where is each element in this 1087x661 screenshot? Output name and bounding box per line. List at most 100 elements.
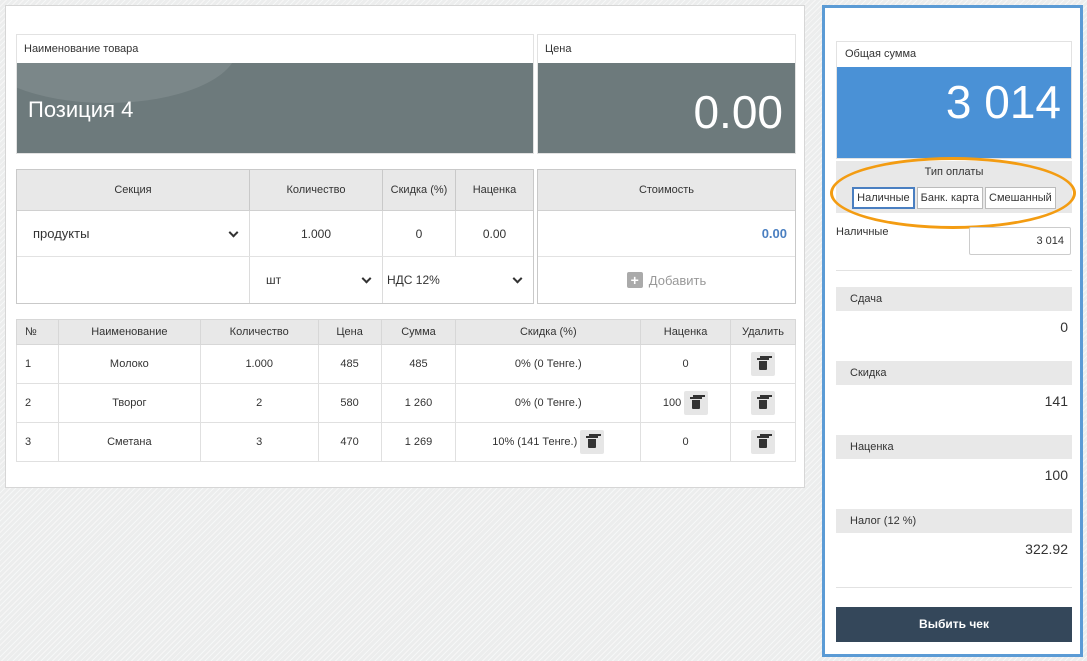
col-name: Наименование	[57, 319, 201, 345]
payment-type-buttons: Наличные Банк. карта Смешанный	[836, 183, 1072, 213]
row-price: 580	[317, 383, 382, 423]
add-button[interactable]: + Добавить	[538, 257, 795, 303]
row-sum: 1 269	[380, 422, 457, 462]
col-number: №	[16, 319, 59, 345]
section-table: Секция Количество Скидка (%) Наценка про…	[16, 169, 534, 304]
print-receipt-button[interactable]: Выбить чек	[836, 607, 1072, 642]
row-markup: 0	[640, 422, 731, 462]
unit-select[interactable]: шт	[250, 257, 383, 303]
payment-mixed-button[interactable]: Смешанный	[985, 187, 1056, 209]
order-panel: Наименование товара Позиция 4 Цена 0.00 …	[5, 5, 805, 488]
col-price: Цена	[317, 319, 382, 345]
row-sum: 1 260	[380, 383, 457, 423]
trash-icon[interactable]	[751, 352, 775, 376]
markup-value: 100	[1044, 467, 1068, 483]
row-number: 1	[16, 344, 59, 384]
empty-cell	[17, 257, 250, 303]
row-markup: 0	[640, 344, 731, 384]
discount-value: 141	[1044, 393, 1068, 409]
row-discount: 0% (0 Тенге.)	[455, 383, 642, 423]
row-number: 2	[16, 383, 59, 423]
unit-row: шт НДС 12%	[17, 257, 533, 303]
row-discount-value: 0% (0 Тенге.)	[514, 358, 582, 370]
payment-card-button[interactable]: Банк. карта	[916, 187, 984, 209]
items-table-header: № Наименование Количество Цена Сумма Ски…	[16, 319, 796, 345]
row-quantity: 3	[199, 422, 319, 462]
product-name-label: Наименование товара	[17, 35, 533, 63]
row-sum: 485	[380, 344, 457, 384]
row-markup-value: 0	[682, 358, 689, 370]
cost-box: Стоимость 0.00 + Добавить	[537, 169, 796, 304]
payment-type-label: Тип оплаты	[836, 161, 1072, 183]
trash-icon[interactable]	[751, 391, 775, 415]
product-price-label: Цена	[538, 35, 795, 63]
product-price-box: Цена 0.00	[537, 34, 796, 154]
cost-value: 0.00	[538, 211, 795, 257]
col-delete: Удалить	[730, 319, 796, 345]
row-markup-value: 100	[662, 396, 682, 409]
header-quantity: Количество	[250, 170, 383, 210]
total-display: 3 014	[837, 67, 1071, 158]
divider	[836, 587, 1072, 588]
change-label: Сдача	[836, 287, 1072, 311]
total-label: Общая сумма	[845, 48, 917, 60]
row-price: 485	[317, 344, 382, 384]
header-section: Секция	[17, 170, 250, 210]
vat-select[interactable]: НДС 12%	[383, 257, 533, 303]
vat-select-value: НДС 12%	[387, 273, 440, 287]
payment-cash-button[interactable]: Наличные	[852, 187, 915, 209]
row-number: 3	[16, 422, 59, 462]
col-discount: Скидка (%)	[455, 319, 642, 345]
product-name-box: Наименование товара Позиция 4	[16, 34, 534, 154]
section-row: Секция Количество Скидка (%) Наценка про…	[16, 169, 796, 304]
section-input-row: продукты 1.000 0 0.00	[17, 211, 533, 257]
row-price: 470	[317, 422, 382, 462]
discount-input[interactable]: 0	[383, 211, 456, 256]
row-discount: 0% (0 Тенге.)	[455, 344, 642, 384]
total-box: Общая сумма 3 014	[836, 41, 1072, 159]
row-discount-value: 10% (141 Тенге.)	[492, 435, 578, 448]
table-row: 2 Творог 2 580 1 260 0% (0 Тенге.) 100	[16, 383, 796, 423]
row-name: Творог	[57, 383, 201, 423]
col-quantity: Количество	[199, 319, 319, 345]
trash-icon[interactable]	[580, 430, 605, 454]
product-price-value: 0.00	[693, 86, 783, 138]
markup-input[interactable]: 0.00	[456, 211, 533, 256]
row-discount: 10% (141 Тенге.)	[455, 422, 642, 462]
col-markup: Наценка	[640, 319, 731, 345]
trash-icon[interactable]	[751, 430, 775, 454]
row-delete	[730, 422, 796, 462]
header-discount: Скидка (%)	[383, 170, 456, 210]
trash-icon[interactable]	[684, 391, 709, 415]
total-value: 3 014	[945, 76, 1061, 128]
row-quantity: 1.000	[199, 344, 319, 384]
add-button-label: Добавить	[648, 272, 707, 288]
plus-icon: +	[626, 272, 643, 288]
unit-select-value: шт	[266, 273, 282, 287]
row-name: Сметана	[57, 422, 201, 462]
markup-label: Наценка	[836, 435, 1072, 459]
section-select[interactable]: продукты	[17, 211, 250, 256]
tax-value: 322.92	[1025, 541, 1068, 557]
product-price-display: 0.00	[538, 63, 795, 153]
product-name-display: Позиция 4	[17, 63, 533, 153]
row-delete	[730, 383, 796, 423]
row-markup: 100	[640, 383, 731, 423]
chevron-down-icon	[228, 227, 239, 238]
chevron-down-icon	[512, 273, 523, 284]
row-name: Молоко	[57, 344, 201, 384]
discount-label: Скидка	[836, 361, 1072, 385]
col-sum: Сумма	[380, 319, 457, 345]
summary-panel: Общая сумма 3 014 Тип оплаты Наличные Ба…	[822, 5, 1083, 657]
chevron-down-icon	[361, 273, 372, 284]
divider	[836, 270, 1072, 271]
section-select-value: продукты	[33, 226, 90, 241]
table-row: 1 Молоко 1.000 485 485 0% (0 Тенге.) 0	[16, 344, 796, 384]
items-table: № Наименование Количество Цена Сумма Ски…	[16, 319, 796, 462]
table-row: 3 Сметана 3 470 1 269 10% (141 Тенге.) 0	[16, 422, 796, 462]
cash-input[interactable]: 3 014	[969, 227, 1071, 255]
quantity-input[interactable]: 1.000	[250, 211, 383, 256]
tax-label: Налог (12 %)	[836, 509, 1072, 533]
cash-label: Наличные	[836, 226, 889, 238]
row-quantity: 2	[199, 383, 319, 423]
